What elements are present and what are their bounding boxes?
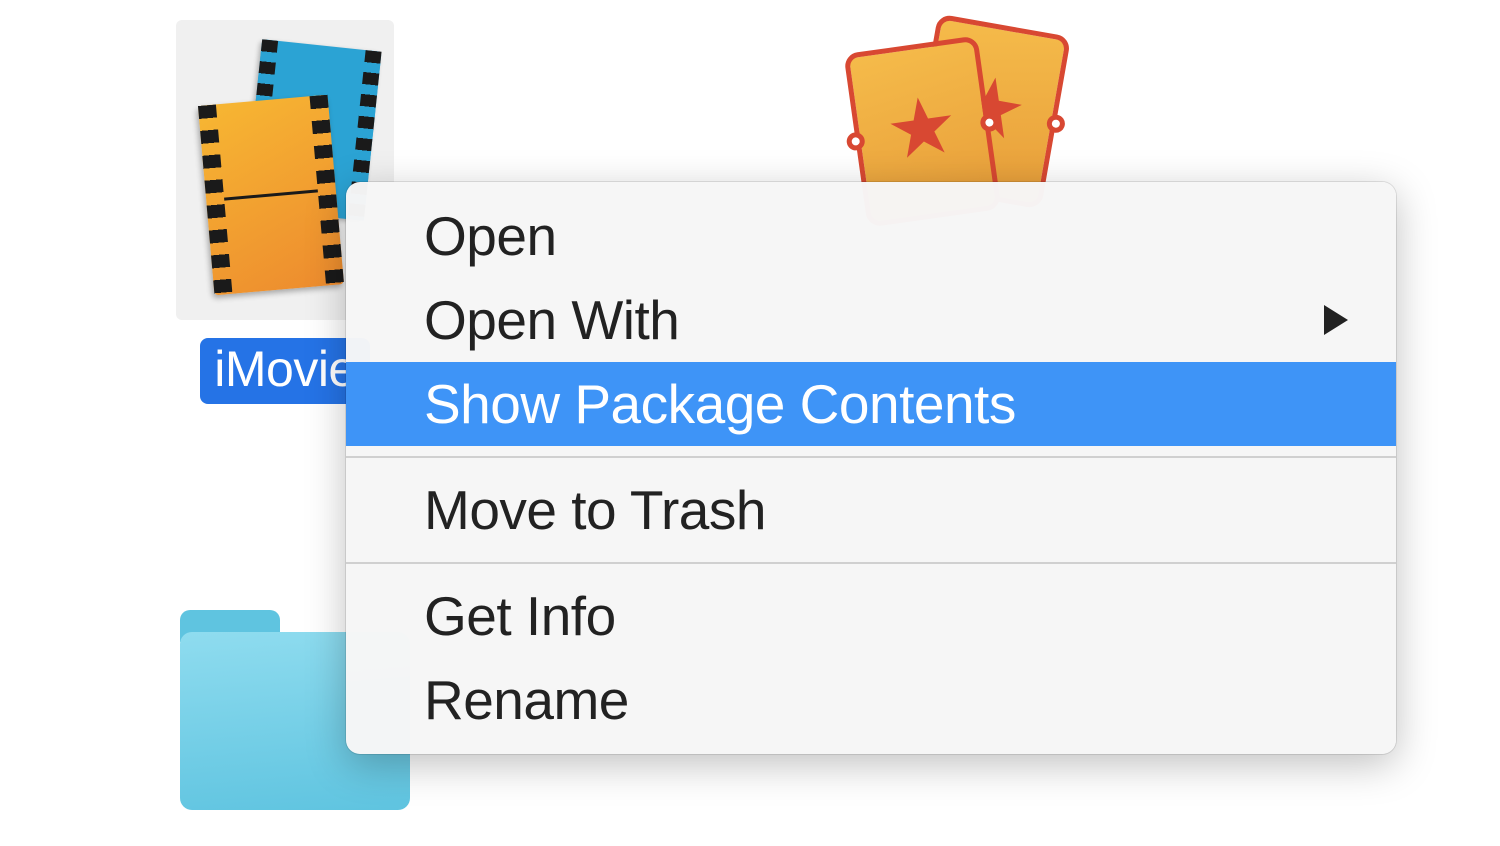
menu-item-open-with[interactable]: Open With — [346, 278, 1396, 362]
menu-item-move-to-trash[interactable]: Move to Trash — [346, 468, 1396, 552]
menu-item-label: Get Info — [424, 584, 616, 648]
menu-item-get-info[interactable]: Get Info — [346, 574, 1396, 658]
menu-item-show-package-contents[interactable]: Show Package Contents — [346, 362, 1396, 446]
submenu-arrow-icon — [1324, 305, 1348, 335]
menu-item-open[interactable]: Open — [346, 194, 1396, 278]
menu-separator — [346, 562, 1396, 564]
menu-item-label: Rename — [424, 668, 629, 732]
menu-item-label: Show Package Contents — [424, 372, 1016, 436]
menu-separator — [346, 456, 1396, 458]
context-menu: Open Open With Show Package Contents Mov… — [346, 182, 1396, 754]
finder-window: ★ ★ iMovie Open Op — [0, 0, 1500, 846]
menu-item-label: Open — [424, 204, 557, 268]
file-label: iMovie — [200, 338, 369, 404]
menu-item-label: Open With — [424, 288, 679, 352]
menu-item-label: Move to Trash — [424, 478, 766, 542]
menu-item-rename[interactable]: Rename — [346, 658, 1396, 742]
